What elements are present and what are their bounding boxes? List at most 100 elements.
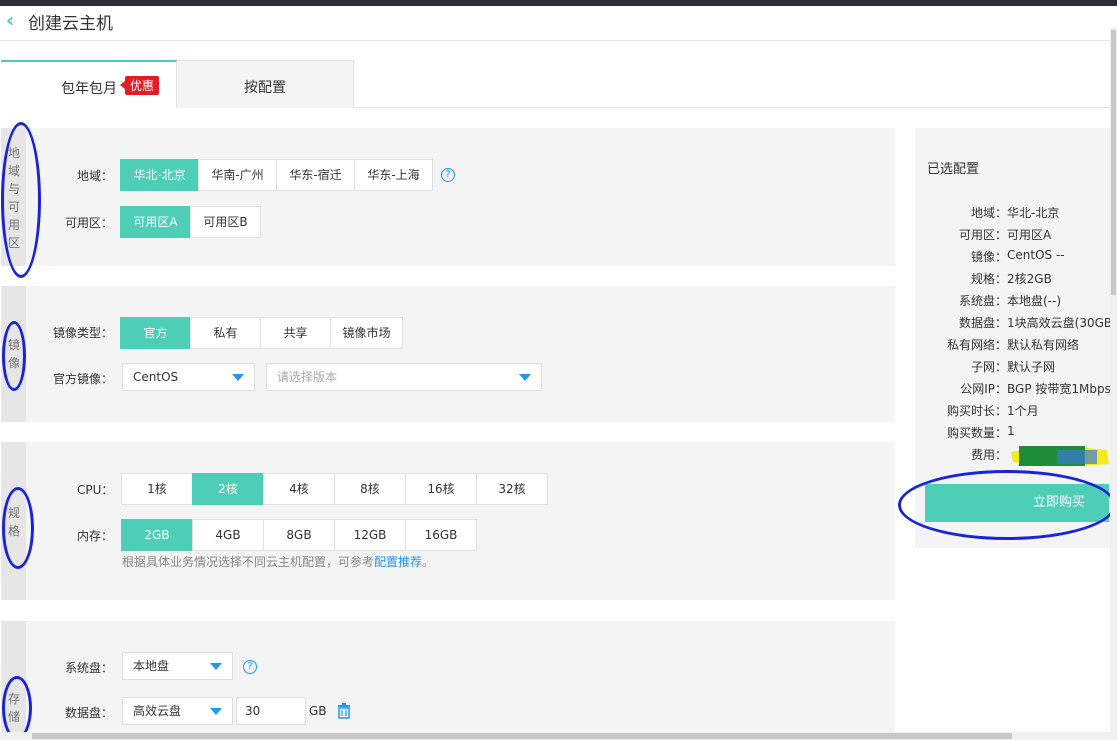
summary-panel: 已选配置 地域： 华北-北京 可用区： 可用区A 镜像： CentOS -- 规格： 2… [915,128,1117,548]
side-char: 储 [7,710,20,724]
summary-key: 地域： [970,206,1007,220]
summary-key: 公网IP： [960,382,1007,396]
summary-row: 数据盘： 1块高效云盘(30GB) [915,314,1117,336]
region-option[interactable]: 华北-北京 [120,159,199,191]
summary-row: 公网IP： BGP 按带宽1Mbps [915,380,1117,402]
caret-down-icon [210,708,222,715]
version-select[interactable]: 请选择版本 [266,363,542,391]
summary-value: 本地盘(--) [1007,294,1062,308]
summary-value: 1个月 [1007,404,1039,418]
region-side-bar: 地 域 与 可 用 区 [1,128,26,266]
region-section: 地 域 与 可 用 区 地域： 华北-北京 华南-广州 华东-宿迁 华东-上海 … [1,128,895,266]
memory-option[interactable]: 4GB [192,519,264,551]
cpu-option[interactable]: 16核 [405,473,477,505]
region-label: 地域： [77,169,114,183]
data-disk-value: 高效云盘 [133,704,182,718]
memory-label: 内存： [77,529,114,543]
az-label: 可用区： [65,216,114,230]
os-select[interactable]: CentOS [122,363,255,391]
memory-option[interactable]: 16GB [405,519,477,551]
tab-monthly-label: 包年包月 [61,81,117,97]
buy-now-button[interactable]: 立即购买 [925,484,1109,522]
redacted-price-scribble [1011,446,1109,466]
az-option[interactable]: 可用区B [190,206,261,238]
image-type-option[interactable]: 共享 [260,317,331,349]
summary-value: 默认子网 [1007,360,1056,374]
side-char: 可 [7,200,20,214]
vertical-scroll-thumb[interactable] [1111,30,1116,295]
region-side-label: 地 域 与 可 用 区 [7,144,21,252]
memory-options: 2GB 4GB 8GB 12GB 16GB [121,519,477,551]
summary-title: 已选配置 [927,162,980,177]
summary-key: 规格： [970,272,1007,286]
side-char: 镜 [7,338,20,352]
storage-side-label: 存 储 [7,690,21,726]
image-type-option[interactable]: 官方 [120,317,191,349]
side-char: 规 [7,506,20,520]
summary-row: 购买时长： 1个月 [915,402,1117,424]
system-disk-select[interactable]: 本地盘 [122,652,233,680]
cpu-option[interactable]: 32核 [476,473,548,505]
cpu-option[interactable]: 4核 [263,473,335,505]
region-option[interactable]: 华东-上海 [354,159,433,191]
region-options: 华北-北京 华南-广州 华东-宿迁 华东-上海 [120,159,433,191]
spec-hint-end: 。 [422,555,435,569]
page-header: ‹ 创建云主机 [0,6,1110,41]
summary-key: 系统盘： [958,294,1007,308]
memory-option[interactable]: 2GB [121,519,193,551]
az-option[interactable]: 可用区A [120,206,191,238]
data-disk-unit: GB [309,704,327,718]
help-icon[interactable]: ? [243,660,257,674]
summary-row: 私有网络： 默认私有网络 [915,336,1117,358]
spec-hint-text: 根据具体业务情况选择不同云主机配置，可参考 [122,555,375,569]
summary-value: 2核2GB [1007,272,1052,286]
data-disk-select[interactable]: 高效云盘 [122,697,233,725]
tab-pay-by-config-label: 按配置 [244,80,286,96]
tab-monthly[interactable]: 包年包月 优惠 [1,60,177,108]
region-option[interactable]: 华东-宿迁 [276,159,355,191]
trash-icon[interactable] [336,703,352,719]
config-recommend-link[interactable]: 配置推荐 [374,555,422,569]
data-disk-size-input[interactable]: 30 [236,697,306,725]
version-placeholder: 请选择版本 [277,370,338,384]
summary-key: 私有网络： [946,338,1007,352]
summary-value: 华北-北京 [1007,206,1060,220]
image-type-options: 官方 私有 共享 镜像市场 [120,317,403,349]
image-side-label: 镜 像 [7,336,21,372]
summary-value: 1块高效云盘(30GB) [1007,316,1117,330]
memory-option[interactable]: 8GB [263,519,335,551]
buy-now-label: 立即购买 [1033,495,1086,510]
tab-divider [354,107,1110,108]
horizontal-scroll-thumb[interactable] [32,733,1012,739]
image-type-label: 镜像类型： [53,326,114,340]
image-type-option[interactable]: 私有 [190,317,261,349]
summary-key: 子网： [970,360,1007,374]
cpu-option[interactable]: 8核 [334,473,406,505]
side-char: 与 [7,182,20,196]
cpu-option[interactable]: 2核 [192,473,264,505]
os-select-value: CentOS [133,370,179,384]
chevron-left-icon[interactable]: ‹ [6,10,24,32]
side-char: 像 [7,356,20,370]
summary-row: 系统盘： 本地盘(--) [915,292,1117,314]
caret-down-icon [232,374,244,381]
summary-value: 默认私有网络 [1007,338,1080,352]
summary-value: CentOS -- [1007,248,1065,262]
summary-row: 地域： 华北-北京 [915,204,1117,226]
spec-section: 规 格 CPU： 1核 2核 4核 8核 16核 32核 内存： 2GB 4GB… [1,442,895,600]
spec-side-label: 规 格 [7,504,21,540]
tab-pay-by-config[interactable]: 按配置 [177,60,354,108]
image-type-option[interactable]: 镜像市场 [330,317,403,349]
side-char: 地 [7,146,20,160]
summary-key: 购买数量： [946,426,1007,440]
image-side-bar: 镜 像 [1,286,26,422]
help-icon[interactable]: ? [441,168,455,182]
summary-key: 数据盘： [958,316,1007,330]
region-option[interactable]: 华南-广州 [198,159,277,191]
summary-value: 可用区A [1007,228,1052,242]
memory-option[interactable]: 12GB [334,519,406,551]
cpu-option[interactable]: 1核 [121,473,193,505]
summary-row: 镜像： CentOS -- [915,248,1117,270]
storage-side-bar: 存 储 [1,621,26,732]
summary-key: 购买时长： [946,404,1007,418]
